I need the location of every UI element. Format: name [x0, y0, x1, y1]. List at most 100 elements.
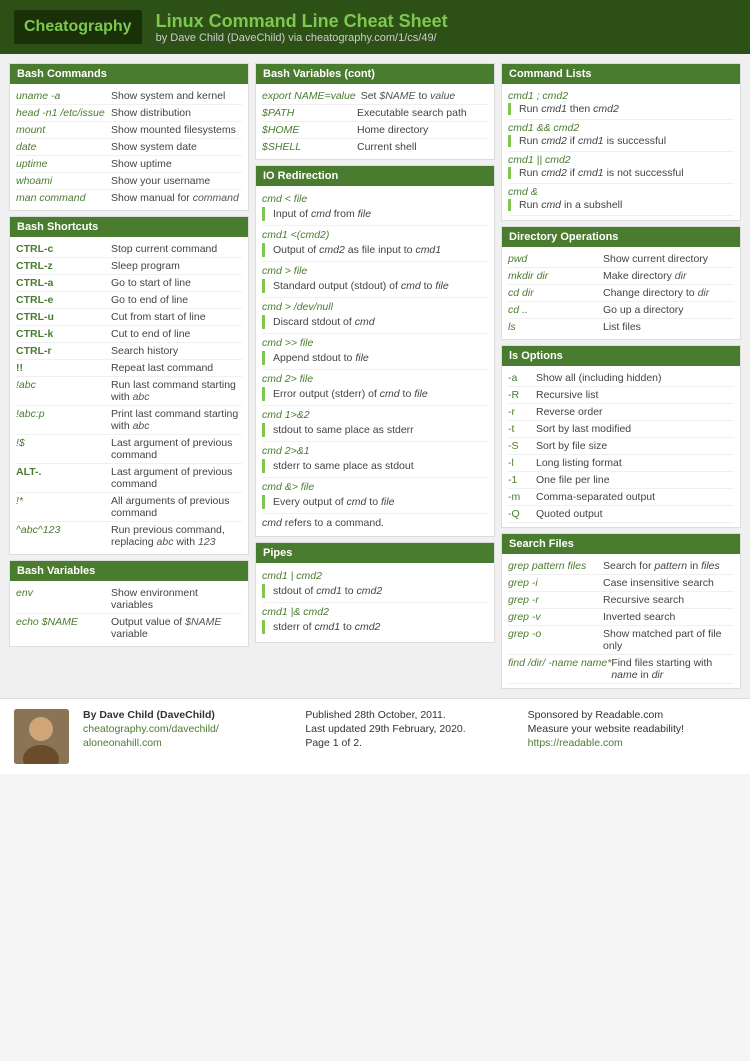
- cmd-desc: Show system date: [111, 141, 242, 153]
- table-row: echo $NAME Output value of $NAME variabl…: [16, 614, 242, 642]
- io-cmd: cmd >> file: [262, 336, 488, 350]
- table-row: $HOME Home directory: [262, 122, 488, 139]
- footer-sponsor-url[interactable]: https://readable.com: [528, 737, 736, 749]
- io-desc: Output of cmd2 as file input to cmd1: [262, 243, 488, 257]
- cmd-desc: All arguments of previous command: [111, 495, 242, 519]
- io-desc: stderr to same place as stdout: [262, 459, 488, 473]
- cmd-key: date: [16, 141, 111, 153]
- sf-desc: Case insensitive search: [603, 577, 714, 589]
- cl-cmd: cmd &: [508, 186, 734, 198]
- table-row: $SHELL Current shell: [262, 139, 488, 155]
- ls-flag: -S: [508, 440, 536, 452]
- cl-row: cmd1 && cmd2 Run cmd2 if cmd1 is success…: [508, 120, 734, 152]
- io-redirection-body: cmd < file Input of cmd from file cmd1 <…: [256, 186, 494, 536]
- list-item: -1 One file per line: [508, 472, 734, 489]
- io-cmd: cmd1 <(cmd2): [262, 228, 488, 242]
- cmd-desc: Repeat last command: [111, 362, 242, 374]
- io-cmd: cmd 2>&1: [262, 444, 488, 458]
- logo-cheat: Cheat: [24, 18, 68, 35]
- list-item: grep -v Inverted search: [508, 609, 734, 626]
- list-item: -Q Quoted output: [508, 506, 734, 523]
- bash-variables-cont-body: export NAME=value Set $NAME to value $PA…: [256, 84, 494, 159]
- cmd-desc: Sleep program: [111, 260, 242, 272]
- table-row: !! Repeat last command: [16, 360, 242, 377]
- footer: By Dave Child (DaveChild) cheatography.c…: [0, 698, 750, 774]
- table-row: CTRL-c Stop current command: [16, 241, 242, 258]
- footer-sponsor: Sponsored by Readable.com: [528, 709, 736, 721]
- footer-info-col: Published 28th October, 2011. Last updat…: [305, 709, 513, 751]
- cl-cmd: cmd1 && cmd2: [508, 122, 734, 134]
- cmd-desc: Go to start of line: [111, 277, 242, 289]
- cmd-desc: Change directory to dir: [603, 287, 734, 299]
- list-item: grep -i Case insensitive search: [508, 575, 734, 592]
- cmd-key: $HOME: [262, 124, 357, 136]
- cmd-key: CTRL-k: [16, 328, 111, 340]
- sf-desc: Search for pattern in files: [603, 560, 720, 572]
- footer-site1[interactable]: cheatography.com/davechild/: [83, 723, 291, 735]
- cmd-desc: Go to end of line: [111, 294, 242, 306]
- cmd-key: ^abc^123: [16, 524, 111, 536]
- list-item: -l Long listing format: [508, 455, 734, 472]
- io-row: cmd &> file Every output of cmd to file: [262, 478, 488, 514]
- cmd-desc: Go up a directory: [603, 304, 734, 316]
- table-row: export NAME=value Set $NAME to value: [262, 88, 488, 105]
- cmd-key: export NAME=value: [262, 90, 361, 102]
- io-cmd: cmd > file: [262, 264, 488, 278]
- cmd-key: !abc:p: [16, 408, 111, 420]
- cmd-key: mount: [16, 124, 111, 136]
- io-desc: stderr of cmd1 to cmd2: [262, 620, 488, 634]
- cmd-desc: Show mounted filesystems: [111, 124, 242, 136]
- section-io-redirection: IO Redirection cmd < file Input of cmd f…: [255, 165, 495, 537]
- ls-flag: -a: [508, 372, 536, 384]
- list-item: find /dir/ -name name* Find files starti…: [508, 655, 734, 684]
- cmd-desc: Show distribution: [111, 107, 242, 119]
- table-row: cd dir Change directory to dir: [508, 285, 734, 302]
- cmd-key: CTRL-z: [16, 260, 111, 272]
- table-row: date Show system date: [16, 139, 242, 156]
- section-pipes: Pipes cmd1 | cmd2 stdout of cmd1 to cmd2…: [255, 542, 495, 643]
- cmd-desc: Show your username: [111, 175, 242, 187]
- table-row: !abc Run last command starting with abc: [16, 377, 242, 406]
- sf-cmd: grep -v: [508, 611, 603, 623]
- cmd-key: !$: [16, 437, 111, 449]
- section-bash-variables: Bash Variables env Show environment vari…: [9, 560, 249, 647]
- ls-desc: Sort by file size: [536, 440, 607, 452]
- table-row: CTRL-r Search history: [16, 343, 242, 360]
- list-item: grep -o Show matched part of file only: [508, 626, 734, 655]
- section-bash-shortcuts: Bash Shortcuts CTRL-c Stop current comma…: [9, 216, 249, 555]
- io-desc: Input of cmd from file: [262, 207, 488, 221]
- avatar: [14, 709, 69, 764]
- table-row: uname -a Show system and kernel: [16, 88, 242, 105]
- ls-flag: -1: [508, 474, 536, 486]
- page-title: Linux Command Line Cheat Sheet: [156, 11, 448, 32]
- footer-site2[interactable]: aloneonahill.com: [83, 737, 291, 749]
- ls-options-body: -a Show all (including hidden) -R Recurs…: [502, 366, 740, 527]
- footer-published: Published 28th October, 2011.: [305, 709, 513, 721]
- sf-desc: Find files starting with name in dir: [611, 657, 734, 681]
- cmd-key: whoami: [16, 175, 111, 187]
- col-2: Bash Variables (cont) export NAME=value …: [252, 60, 498, 692]
- io-row: cmd > file Standard output (stdout) of c…: [262, 262, 488, 298]
- section-ls-options: ls Options -a Show all (including hidden…: [501, 345, 741, 528]
- cmd-key: uname -a: [16, 90, 111, 102]
- cmd-key: man command: [16, 192, 111, 204]
- section-search-files: Search Files grep pattern files Search f…: [501, 533, 741, 689]
- cmd-desc: Run last command starting with abc: [111, 379, 242, 403]
- section-bash-commands: Bash Commands uname -a Show system and k…: [9, 63, 249, 211]
- ls-flag: -R: [508, 389, 536, 401]
- io-row: cmd >> file Append stdout to file: [262, 334, 488, 370]
- sf-cmd: grep -r: [508, 594, 603, 606]
- cmd-key: cd dir: [508, 287, 603, 299]
- list-item: -S Sort by file size: [508, 438, 734, 455]
- table-row: head -n1 /etc/issue Show distribution: [16, 105, 242, 122]
- table-row: CTRL-u Cut from start of line: [16, 309, 242, 326]
- list-item: -a Show all (including hidden): [508, 370, 734, 387]
- cmd-key: pwd: [508, 253, 603, 265]
- io-redirection-header: IO Redirection: [256, 166, 494, 186]
- cmd-key: CTRL-a: [16, 277, 111, 289]
- cmd-desc: Output value of $NAME variable: [111, 616, 242, 640]
- ls-desc: Show all (including hidden): [536, 372, 662, 384]
- io-row: cmd < file Input of cmd from file: [262, 190, 488, 226]
- io-cmd: cmd &> file: [262, 480, 488, 494]
- cmd-desc: Make directory dir: [603, 270, 734, 282]
